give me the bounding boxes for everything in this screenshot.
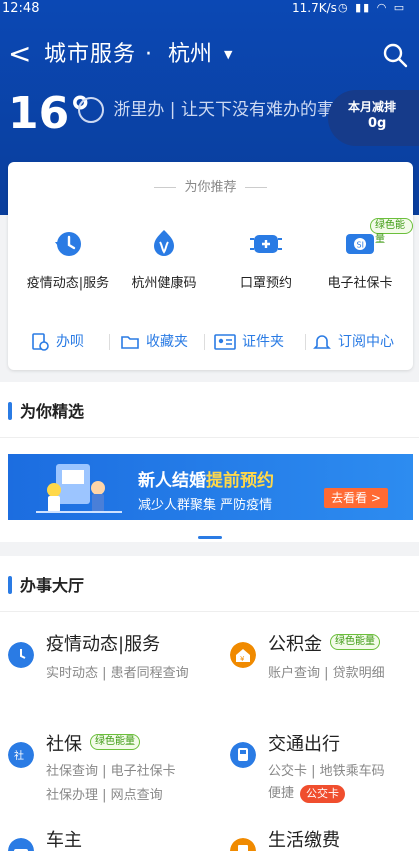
carousel-indicator[interactable] <box>198 536 222 539</box>
carbon-reduction-widget[interactable]: 本月减排 0g <box>328 90 419 146</box>
car-icon <box>8 838 34 851</box>
hall-item-sub: 社保查询 | 电子社保卡 <box>46 764 176 779</box>
city-services-page: 12:48 11.7K/s ◷ ▮▮ ◠ ▭ < 城市服务 · 杭州 ▼ 16°… <box>0 0 419 851</box>
green-energy-badge: 绿色能量 <box>370 218 413 245</box>
hall-item-title: 疫情动态|服务 <box>46 634 161 655</box>
bell-icon <box>313 335 331 349</box>
status-speed: 11.7K/s <box>292 1 337 15</box>
service-health-code[interactable]: 杭州健康码 <box>114 224 214 291</box>
green-energy-badge: 绿色能量 <box>90 734 140 750</box>
section-accent <box>8 402 12 420</box>
quick-link-label: 证件夹 <box>242 334 284 350</box>
service-hall-section: 办事大厅 疫情动态|服务 实时动态 | 患者同程查询 ¥ 公积金 绿色能量 账户… <box>0 556 419 851</box>
quick-link-label: 订阅中心 <box>338 334 394 350</box>
section-title: 为你精选 <box>20 402 85 421</box>
bill-icon <box>230 838 256 851</box>
recommend-title: 为你推荐 <box>8 176 413 195</box>
section-header: 办事大厅 <box>0 556 419 612</box>
status-bar: 12:48 11.7K/s ◷ ▮▮ ◠ ▭ <box>0 0 419 20</box>
status-icons: ◷ ▮▮ ◠ ▭ <box>338 1 407 14</box>
recommend-card: 为你推荐 疫情动态|服务 杭州健康码 口罩预约 SI 电子社保卡 绿色能量 办呗… <box>8 162 413 370</box>
mask-icon <box>250 235 282 253</box>
social-security-icon: 社 <box>8 742 34 768</box>
picks-section: 为你精选 新人结婚提前预约 减少人群聚集 严防疫情 去看看 > <box>0 382 419 542</box>
health-code-icon <box>154 230 174 256</box>
quick-link-label: 收藏夹 <box>146 334 188 350</box>
quick-link-subscriptions[interactable]: 订阅中心 <box>312 324 394 360</box>
divider <box>305 334 306 350</box>
quick-link-label: 办呗 <box>56 334 84 350</box>
bus-card-badge: 公交卡 <box>300 784 346 803</box>
service-social-card[interactable]: SI 电子社保卡 <box>310 224 410 291</box>
page-title: 城市服务 <box>44 42 137 67</box>
quick-link-id-wallet[interactable]: 证件夹 <box>214 324 284 360</box>
banner-headline-main: 新人结婚 <box>138 471 206 491</box>
service-mask[interactable]: 口罩预约 <box>216 224 316 291</box>
zheliban-logo <box>78 97 104 123</box>
title-separator: · <box>145 42 152 67</box>
divider <box>109 334 110 350</box>
hall-item-sub: 实时动态 | 患者同程查询 <box>46 666 189 681</box>
banner-cta-button[interactable]: 去看看 > <box>324 488 388 508</box>
carbon-value: 0g <box>368 116 387 131</box>
hall-item-sub: 便捷 <box>268 786 295 801</box>
svg-text:SI: SI <box>357 241 364 250</box>
clock-return-icon <box>8 642 34 668</box>
search-icon[interactable] <box>382 42 408 68</box>
service-label: 杭州健康码 <box>131 276 197 291</box>
status-time: 12:48 <box>2 1 40 16</box>
section-title: 办事大厅 <box>20 576 85 595</box>
service-label: 电子社保卡 <box>327 276 393 291</box>
carbon-label: 本月减排 <box>348 100 397 114</box>
slogan-text: 浙里办 | 让天下没有难办的事 <box>113 100 334 120</box>
quick-link-favorites[interactable]: 收藏夹 <box>120 324 188 360</box>
service-epidemic[interactable]: 疫情动态|服务 <box>18 224 118 291</box>
svg-text:¥: ¥ <box>240 655 245 663</box>
hall-item-sub-line: 便捷 公交卡 <box>268 782 346 803</box>
marriage-illustration <box>36 464 122 513</box>
green-energy-badge: 绿色能量 <box>330 634 380 650</box>
banner-subtitle: 减少人群聚集 严防疫情 <box>138 498 273 513</box>
doc-clock-icon <box>32 333 49 351</box>
hall-item-title: 车主 <box>46 830 82 851</box>
hall-item-title: 社保 <box>46 734 82 755</box>
back-icon[interactable]: < <box>8 38 31 70</box>
quick-link-banbei[interactable]: 办呗 <box>30 324 84 360</box>
house-yen-icon: ¥ <box>230 642 256 668</box>
banner-headline-highlight: 提前预约 <box>206 471 274 491</box>
service-label: 疫情动态|服务 <box>26 276 110 291</box>
banner-headline: 新人结婚提前预约 <box>138 466 274 491</box>
city-selector[interactable]: 杭州 <box>168 40 212 70</box>
hall-item-sub: 账户查询 | 贷款明细 <box>268 666 385 681</box>
promo-banner[interactable]: 新人结婚提前预约 减少人群聚集 严防疫情 去看看 > <box>8 454 413 520</box>
folder-icon <box>121 336 139 349</box>
section-header: 为你精选 <box>0 382 419 438</box>
hall-item-title: 生活缴费 <box>268 830 340 851</box>
hall-item-title: 公积金 <box>268 634 322 655</box>
chevron-down-icon[interactable]: ▼ <box>224 48 232 61</box>
clock-return-icon <box>55 232 81 256</box>
nav-bar: < 城市服务 · 杭州 ▼ <box>0 36 419 76</box>
divider <box>204 334 205 350</box>
hall-item-sub: 公交卡 | 地铁乘车码 <box>268 764 385 779</box>
svg-text:社: 社 <box>14 749 24 762</box>
section-accent <box>8 576 12 594</box>
id-card-icon <box>214 334 236 350</box>
quick-links: 办呗 收藏夹 证件夹 订阅中心 <box>8 324 413 360</box>
hall-item-sub: 社保办理 | 网点查询 <box>46 788 163 803</box>
service-label: 口罩预约 <box>239 276 292 291</box>
bus-icon <box>230 742 256 768</box>
hall-item-title: 交通出行 <box>268 734 340 755</box>
